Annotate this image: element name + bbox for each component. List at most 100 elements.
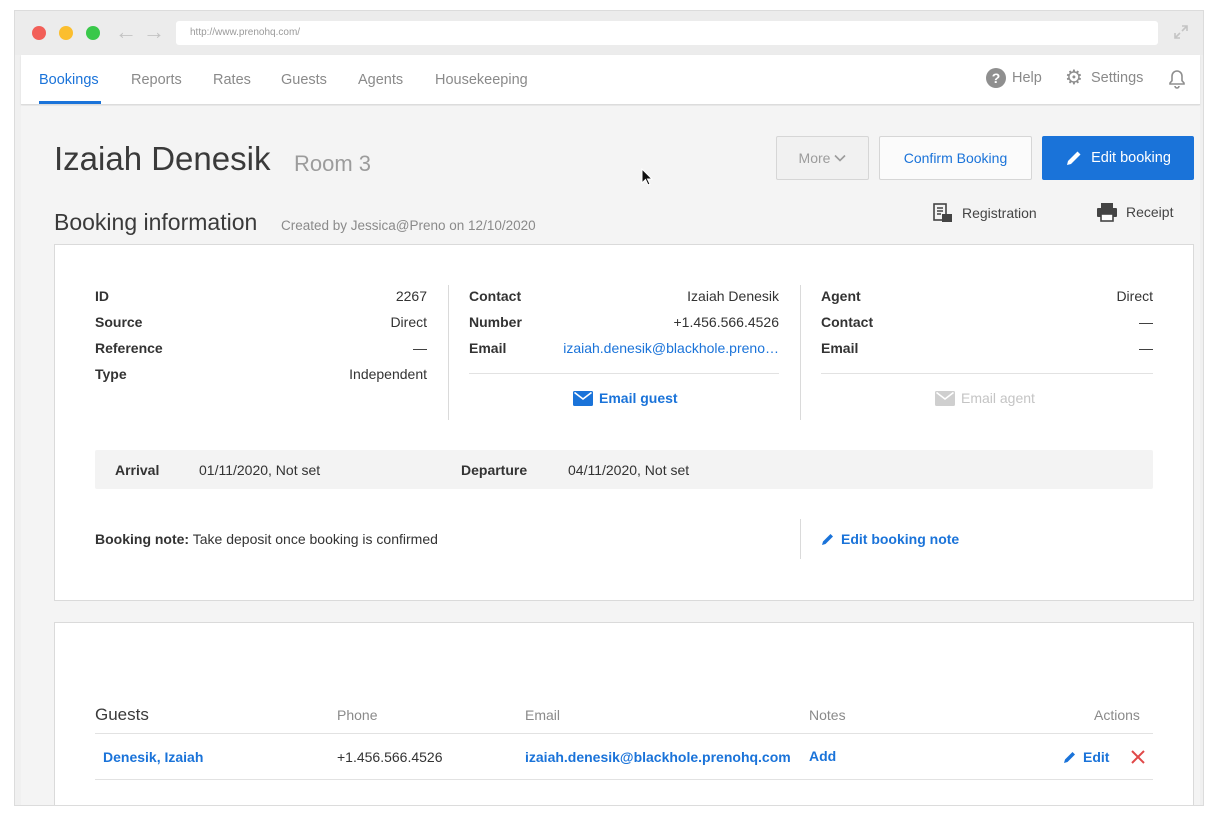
edit-booking-label: Edit booking [1091, 150, 1171, 166]
receipt-link[interactable]: Receipt [1096, 202, 1173, 222]
agent-contact-value: — [1139, 314, 1153, 330]
source-value: Direct [390, 314, 427, 330]
url-bar[interactable]: http://www.prenohq.com/ [176, 21, 1158, 45]
contact-divider [469, 373, 779, 374]
pencil-icon [822, 534, 833, 545]
section-title: Booking information [54, 209, 258, 235]
booking-note: Booking note: Take deposit once booking … [95, 531, 438, 547]
fullscreen-icon[interactable] [1173, 24, 1189, 40]
booking-note-label: Booking note: [95, 531, 190, 547]
add-note-link[interactable]: Add [809, 748, 836, 764]
guests-column-header: Guests [95, 705, 149, 724]
room-label: Room 3 [294, 151, 372, 176]
chevron-down-icon [834, 154, 847, 162]
agent-email-value: — [1139, 340, 1153, 356]
departure-value: 04/11/2020, Not set [568, 462, 690, 478]
close-window-button[interactable] [32, 26, 46, 40]
tab-rates[interactable]: Rates [213, 72, 251, 88]
minimize-window-button[interactable] [59, 26, 73, 40]
tab-guests[interactable]: Guests [281, 72, 327, 88]
guest-phone: +1.456.566.4526 [337, 749, 443, 765]
forward-arrow-icon[interactable]: → [143, 20, 165, 44]
actions-column-header: Actions [1094, 707, 1140, 723]
reference-value: — [413, 340, 427, 356]
id-label: ID [95, 288, 109, 304]
maximize-window-button[interactable] [86, 26, 100, 40]
browser-window: ← → http://www.prenohq.com/ Bookings Rep… [14, 10, 1204, 806]
arrival-value: 01/11/2020, Not set [199, 462, 321, 478]
type-label: Type [95, 366, 127, 382]
help-label: Help [1012, 70, 1042, 86]
email-column-header: Email [525, 707, 561, 723]
guest-email-link[interactable]: izaiah.denesik@blackhole.prenohq.com [525, 749, 791, 765]
row-divider [95, 779, 1153, 780]
contact-value: Izaiah Denesik [687, 288, 779, 304]
column-divider [448, 285, 449, 420]
dates-bar: Arrival 01/11/2020, Not set Departure 04… [95, 450, 1153, 489]
top-navigation: Bookings Reports Rates Guests Agents Hou… [21, 55, 1200, 105]
number-label: Number [469, 314, 522, 330]
back-arrow-icon[interactable]: ← [115, 20, 137, 44]
tab-bookings[interactable]: Bookings [39, 72, 99, 88]
pencil-icon [1064, 752, 1075, 763]
agent-email-label: Email [821, 340, 859, 356]
tab-agents[interactable]: Agents [358, 72, 403, 88]
more-button[interactable]: More [776, 136, 869, 180]
email-agent-link[interactable]: Email agent [935, 390, 1035, 406]
mail-icon [935, 390, 955, 406]
table-header-divider [95, 733, 1153, 734]
pencil-icon [1067, 151, 1081, 165]
contact-label: Contact [469, 288, 522, 304]
agent-divider [821, 373, 1153, 374]
active-tab-indicator [39, 101, 101, 104]
bell-icon[interactable] [1168, 69, 1186, 89]
edit-booking-note-link[interactable]: Edit booking note [821, 531, 959, 547]
source-label: Source [95, 314, 143, 330]
guests-card: Guests Phone Email Notes Actions Denesik… [54, 622, 1194, 805]
guest-email-link[interactable]: izaiah.denesik@blackhole.preno… [563, 340, 779, 356]
tab-housekeeping[interactable]: Housekeeping [435, 72, 528, 88]
agent-contact-label: Contact [821, 314, 874, 330]
booking-info-card: ID 2267 Source Direct Reference — Type I… [54, 244, 1194, 601]
help-link[interactable]: ? Help [986, 68, 1042, 88]
email-guest-link[interactable]: Email guest [573, 390, 678, 406]
created-by-text: Created by Jessica@Preno on 12/10/2020 [281, 218, 536, 233]
email-agent-label: Email agent [961, 390, 1035, 406]
departure-label: Departure [461, 462, 528, 478]
email-guest-label: Email guest [599, 390, 678, 406]
edit-guest-link[interactable]: Edit [1063, 749, 1109, 765]
id-value: 2267 [395, 288, 427, 304]
printer-icon [1097, 203, 1117, 222]
email-label: Email [469, 340, 507, 356]
edit-booking-note-label: Edit booking note [841, 531, 960, 547]
more-label: More [798, 150, 831, 166]
settings-link[interactable]: ⚙ Settings [1065, 68, 1143, 88]
main-content: Izaiah Denesik Room 3 More Confirm Booki… [21, 106, 1200, 805]
guest-name-link[interactable]: Denesik, Izaiah [103, 749, 203, 765]
agent-label: Agent [821, 288, 861, 304]
receipt-label: Receipt [1126, 204, 1174, 220]
notes-column-header: Notes [809, 707, 846, 723]
mouse-cursor-icon [641, 167, 654, 186]
tab-reports[interactable]: Reports [131, 72, 182, 88]
settings-label: Settings [1091, 70, 1144, 86]
arrival-label: Arrival [115, 462, 160, 478]
page-title: Izaiah Denesik [54, 140, 271, 177]
app: Bookings Reports Rates Guests Agents Hou… [21, 55, 1200, 805]
mail-icon [573, 390, 593, 406]
edit-guest-label: Edit [1083, 749, 1110, 765]
browser-chrome: ← → http://www.prenohq.com/ [15, 11, 1203, 55]
number-value: +1.456.566.4526 [673, 314, 780, 330]
registration-link[interactable]: Registration [932, 202, 1037, 224]
delete-guest-icon[interactable] [1130, 749, 1146, 765]
registration-icon [933, 203, 952, 222]
confirm-booking-button[interactable]: Confirm Booking [879, 136, 1032, 180]
agent-value: Direct [1116, 288, 1153, 304]
booking-note-text: Take deposit once booking is confirmed [192, 531, 438, 547]
help-icon: ? [986, 68, 1006, 88]
edit-booking-button[interactable]: Edit booking [1042, 136, 1194, 180]
registration-label: Registration [962, 205, 1037, 221]
phone-column-header: Phone [337, 707, 378, 723]
column-divider [800, 285, 801, 420]
reference-label: Reference [95, 340, 163, 356]
